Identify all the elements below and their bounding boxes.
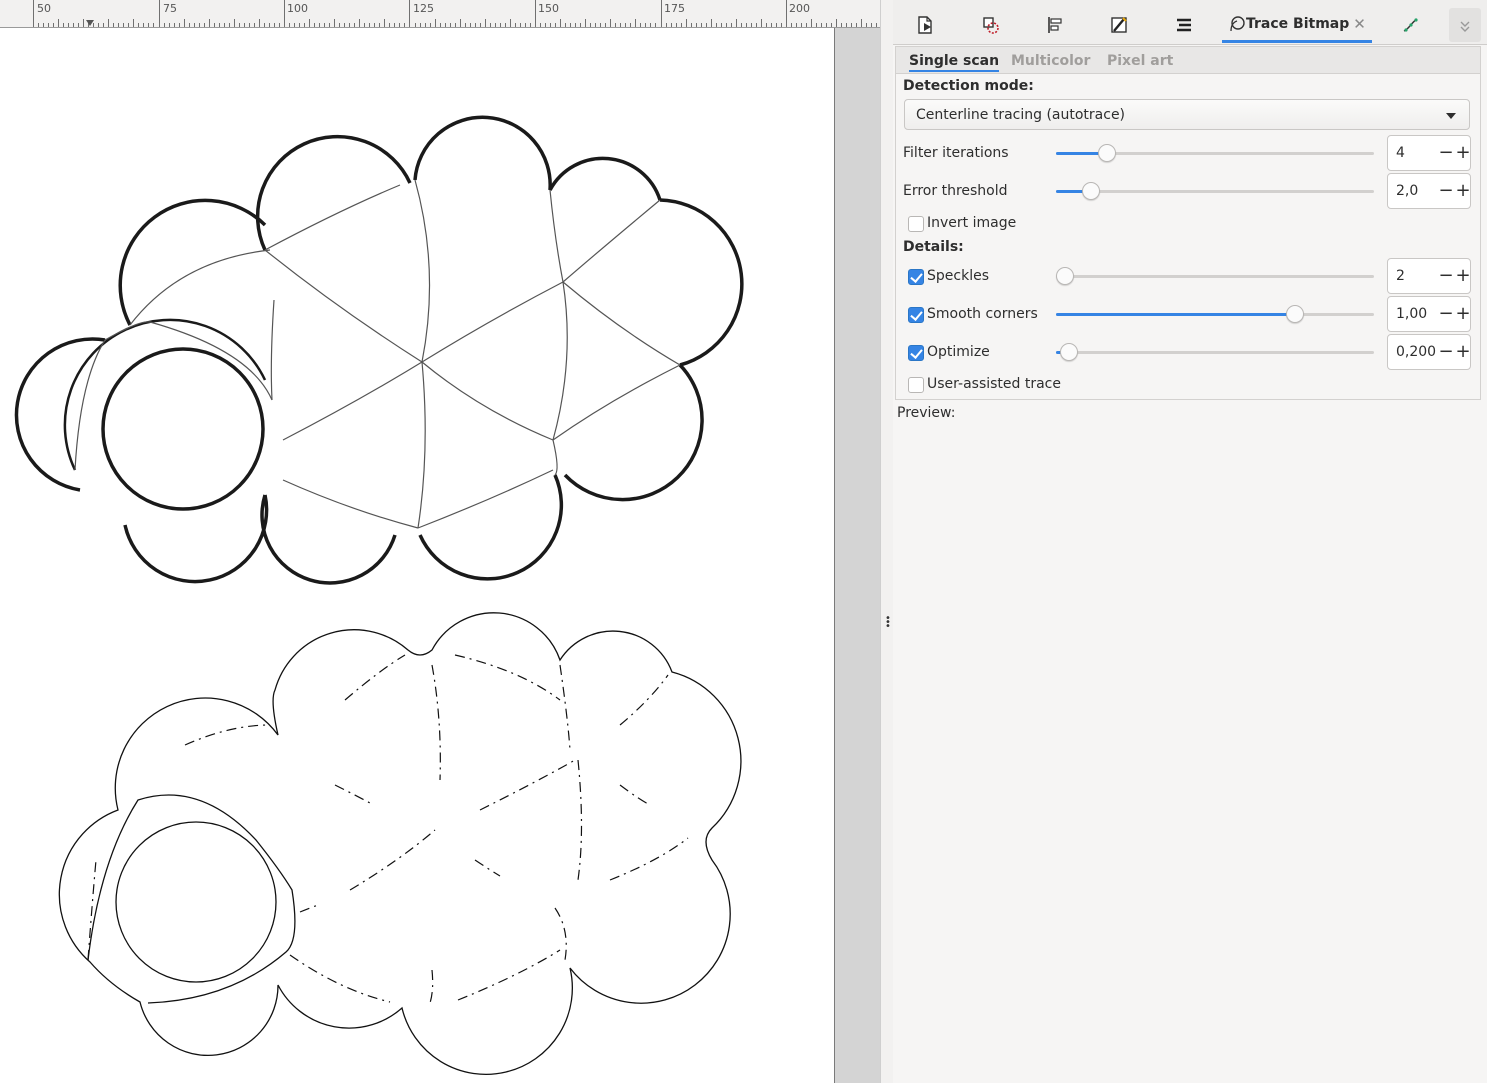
subtab-pixel-art[interactable]: Pixel art (1107, 53, 1173, 69)
smooth-corners-value[interactable]: 1,00 (1396, 306, 1427, 322)
slider-track (1056, 190, 1374, 193)
increment-button[interactable]: + (1455, 179, 1471, 203)
filter-iterations-spinbox[interactable]: 4 − + (1387, 135, 1471, 171)
user-assisted-trace-label[interactable]: User-assisted trace (927, 376, 1061, 392)
speckles-label[interactable]: Speckles (927, 268, 989, 284)
decrement-button[interactable]: − (1438, 340, 1454, 364)
detection-mode-dropdown[interactable]: Centerline tracing (autotrace) (904, 99, 1470, 130)
chevron-down-icon (1446, 113, 1456, 119)
trace-bitmap-icon (1230, 16, 1245, 32)
tab-layers[interactable] (1174, 8, 1194, 42)
error-threshold-label: Error threshold (903, 183, 1008, 199)
source-bitmap-molecule (14, 115, 744, 585)
align-distribute-icon (1048, 17, 1062, 33)
trace-bitmap-panel: Single scan Multicolor Pixel art Detecti… (895, 46, 1481, 400)
smooth-corners-checkbox[interactable] (908, 307, 924, 323)
tab-xml-editor[interactable] (1109, 8, 1129, 42)
trace-mode-tabs: Single scan Multicolor Pixel art (896, 47, 1480, 74)
slider-track (1056, 275, 1374, 278)
increment-button[interactable]: + (1455, 340, 1471, 364)
filter-iterations-value[interactable]: 4 (1396, 145, 1405, 161)
document-page[interactable] (0, 28, 835, 1083)
speckles-value[interactable]: 2 (1396, 268, 1405, 284)
slider-knob[interactable] (1098, 144, 1116, 162)
tab-trace-bitmap-label: Trace Bitmap (1246, 16, 1350, 32)
grip-dots-icon: • • • (885, 613, 891, 632)
increment-button[interactable]: + (1455, 141, 1471, 165)
error-threshold-spinbox[interactable]: 2,0 − + (1387, 173, 1471, 209)
dock-tab-bar: Trace Bitmap ✕ (893, 0, 1487, 45)
user-assisted-trace-checkbox[interactable] (908, 377, 924, 393)
drawing-canvas[interactable] (0, 28, 880, 1083)
invert-image-label[interactable]: Invert image (927, 215, 1016, 231)
slider-knob[interactable] (1060, 343, 1078, 361)
preview-area: Preview: (893, 400, 1487, 1083)
fill-stroke-icon (983, 17, 999, 34)
speckles-checkbox[interactable] (908, 269, 924, 285)
tab-document-properties[interactable] (915, 8, 935, 42)
slider-track (1056, 351, 1374, 354)
preview-label: Preview: (897, 405, 956, 421)
decrement-button[interactable]: − (1438, 264, 1454, 288)
xml-editor-icon (1111, 17, 1127, 33)
invert-image-checkbox[interactable] (908, 216, 924, 232)
optimize-checkbox[interactable] (908, 345, 924, 361)
close-icon[interactable]: ✕ (1353, 15, 1366, 33)
document-properties-icon (918, 16, 932, 34)
tab-path-effects[interactable] (1401, 8, 1421, 42)
decrement-button[interactable]: − (1438, 302, 1454, 326)
smooth-corners-spinbox[interactable]: 1,00 − + (1387, 296, 1471, 332)
speckles-slider[interactable] (1056, 267, 1376, 287)
error-threshold-slider[interactable] (1056, 182, 1376, 202)
filter-iterations-slider[interactable] (1056, 144, 1376, 164)
decrement-button[interactable]: − (1438, 179, 1454, 203)
canvas-artwork[interactable] (0, 0, 834, 1083)
traced-centerline-result (58, 612, 742, 1075)
smooth-corners-label[interactable]: Smooth corners (927, 306, 1038, 322)
slider-knob[interactable] (1286, 305, 1304, 323)
tab-trace-bitmap[interactable]: Trace Bitmap ✕ (1222, 8, 1372, 43)
optimize-slider[interactable] (1056, 343, 1376, 363)
speckles-spinbox[interactable]: 2 − + (1387, 258, 1471, 294)
dock-overflow-button[interactable] (1449, 8, 1481, 42)
detection-mode-label: Detection mode: (903, 78, 1034, 94)
subtab-multicolor[interactable]: Multicolor (1011, 53, 1090, 69)
increment-button[interactable]: + (1455, 302, 1471, 326)
smooth-corners-slider[interactable] (1056, 305, 1376, 325)
details-label: Details: (903, 239, 964, 255)
dock-panel: Trace Bitmap ✕ Single scan Multicolor Pi… (893, 0, 1487, 1083)
optimize-value[interactable]: 0,200 (1396, 344, 1436, 360)
overflow-arrow-icon (1460, 21, 1470, 32)
path-effects-icon (1403, 18, 1418, 32)
layers-icon (1177, 18, 1191, 32)
tab-align-distribute[interactable] (1045, 8, 1065, 42)
error-threshold-value[interactable]: 2,0 (1396, 183, 1418, 199)
slider-knob[interactable] (1082, 182, 1100, 200)
increment-button[interactable]: + (1455, 264, 1471, 288)
dock-resize-handle[interactable]: • • • (880, 0, 894, 1083)
slider-fill (1056, 313, 1295, 316)
optimize-spinbox[interactable]: 0,200 − + (1387, 334, 1471, 370)
detection-mode-value: Centerline tracing (autotrace) (916, 107, 1126, 123)
optimize-label[interactable]: Optimize (927, 344, 990, 360)
filter-iterations-label: Filter iterations (903, 145, 1009, 161)
subtab-single-scan[interactable]: Single scan (909, 53, 1000, 72)
tab-fill-and-stroke[interactable] (981, 8, 1001, 42)
slider-knob[interactable] (1056, 267, 1074, 285)
decrement-button[interactable]: − (1438, 141, 1454, 165)
